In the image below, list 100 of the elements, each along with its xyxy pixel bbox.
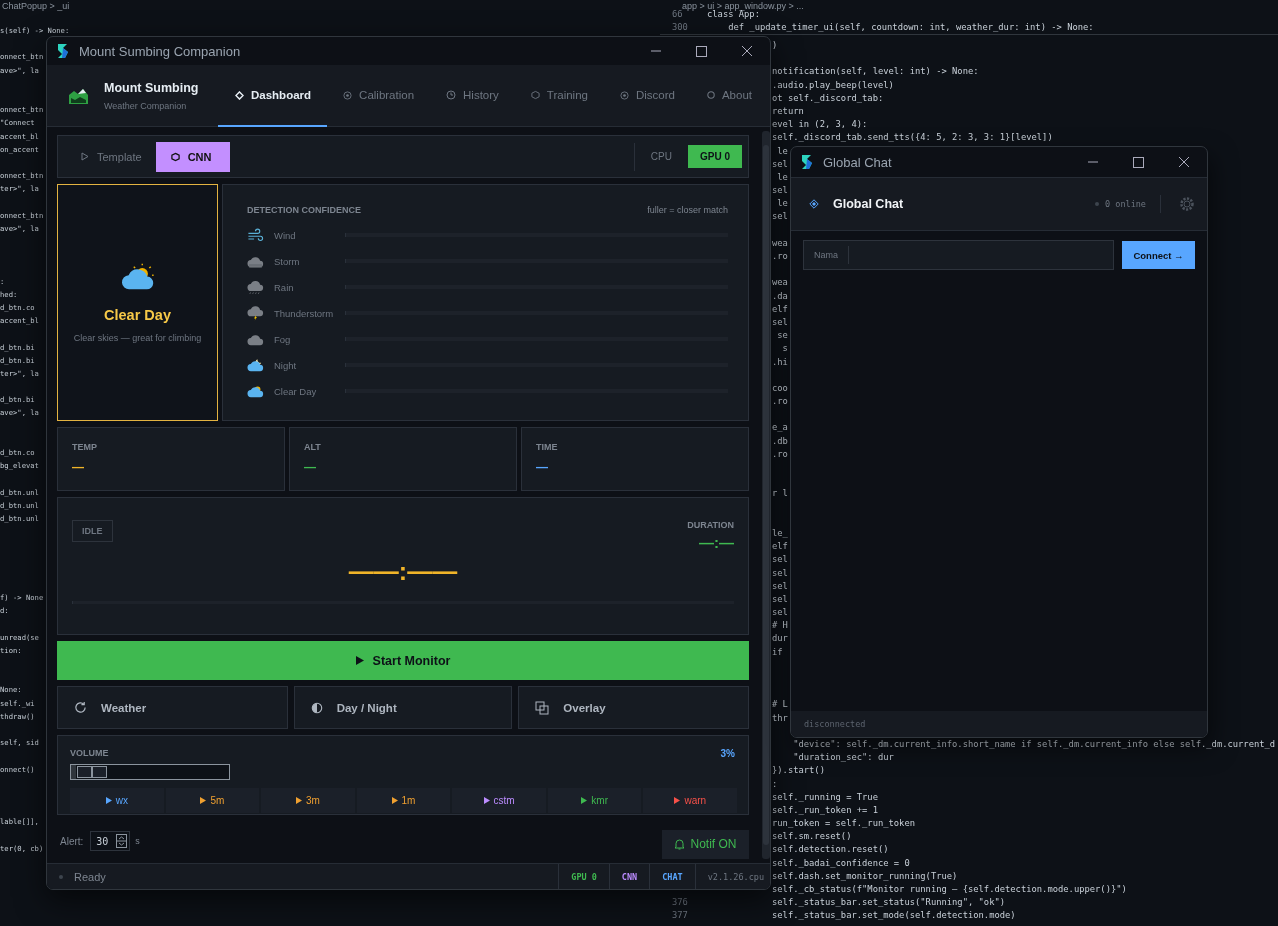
- code-line: }).start(): [772, 764, 825, 778]
- line-number: 377: [671, 909, 689, 923]
- volume-label: VOLUME: [70, 748, 109, 759]
- line-number: 66: [671, 9, 683, 21]
- nav-tab[interactable]: History: [430, 65, 515, 127]
- overlay-icon: [535, 700, 550, 715]
- action-button[interactable]: Weather: [57, 686, 288, 729]
- class-label: Clear Day: [274, 385, 318, 397]
- code-line: wea: [772, 236, 788, 250]
- maximize-icon[interactable]: [1133, 156, 1144, 168]
- stat-value: —: [72, 460, 85, 474]
- code-line: return: [772, 104, 804, 118]
- mode-button[interactable]: Template: [67, 141, 156, 172]
- nav-tab[interactable]: Dashboard: [218, 65, 328, 127]
- clock-icon: [446, 90, 457, 100]
- code-line: sel: [772, 592, 788, 606]
- line-number: 300: [671, 21, 689, 35]
- sound-button[interactable]: warn: [643, 788, 738, 813]
- class-label: Night: [274, 359, 298, 371]
- code-line: .ro: [772, 447, 788, 461]
- volume-reading: 3%: [720, 748, 735, 759]
- code-line: elf: [772, 302, 788, 316]
- target-icon: [619, 90, 629, 100]
- duration-value: —:—: [699, 537, 734, 549]
- nav-tab[interactable]: Training: [514, 65, 604, 127]
- nav-tab[interactable]: About: [690, 65, 768, 127]
- countdown: ——:——: [348, 557, 458, 585]
- hexagon-icon: [530, 90, 540, 100]
- nav-tab[interactable]: Discord: [603, 65, 691, 127]
- window-title: Global Chat: [823, 154, 892, 170]
- stepper-icon[interactable]: [116, 834, 128, 848]
- status-dot: [1095, 202, 1100, 206]
- code-line: self._running = True: [772, 790, 878, 804]
- nav-tab[interactable]: Calibration: [327, 65, 431, 127]
- breadcrumb[interactable]: app > ui > app_window.py > ...: [682, 1, 804, 11]
- connect-button[interactable]: Connect →: [1122, 241, 1195, 269]
- volume-slider[interactable]: [70, 764, 230, 780]
- circle-icon: [706, 91, 715, 99]
- device-button[interactable]: GPU 0: [688, 145, 742, 168]
- status-dot: [59, 874, 63, 879]
- stat-label: ALT: [304, 442, 322, 452]
- code-line: sel: [772, 210, 788, 224]
- close-icon[interactable]: [1178, 156, 1190, 168]
- rain-cloud-icon: [247, 279, 264, 295]
- code-line: .db: [772, 434, 788, 448]
- code-line: sel: [772, 157, 788, 171]
- code-line: sel: [772, 606, 788, 620]
- sound-button[interactable]: kmr: [547, 788, 642, 813]
- close-icon[interactable]: [741, 45, 753, 57]
- scrollbar[interactable]: [762, 131, 770, 859]
- sound-button[interactable]: cstm: [452, 788, 546, 813]
- name-field[interactable]: Nama: [803, 240, 1114, 270]
- app-name: Mount Sumbing: [104, 80, 200, 95]
- hexagon-icon: [170, 151, 180, 162]
- sound-button[interactable]: wx: [70, 788, 164, 813]
- code-line: notification(self, level: int) -> None:: [772, 65, 979, 79]
- start-button[interactable]: Start Monitor: [57, 641, 749, 680]
- diamond-icon: [235, 90, 244, 100]
- target-icon: [343, 90, 353, 100]
- code-line: # L: [772, 698, 788, 712]
- stat-label: TEMP: [72, 442, 98, 452]
- stat-value: —: [536, 460, 549, 474]
- alert-spinbox[interactable]: 30: [90, 831, 131, 851]
- code-line: le: [776, 197, 788, 211]
- maximize-icon[interactable]: [696, 45, 707, 57]
- mode-button[interactable]: CNN: [155, 141, 231, 172]
- action-button[interactable]: Day / Night: [293, 686, 513, 729]
- code-line: self._cb_status(f"Monitor running — {self.detection.mode.upper()}"): [772, 883, 1127, 896]
- state-badge: IDLE: [72, 520, 113, 542]
- class-label: Wind: [274, 229, 297, 241]
- code-line: def _update_timer_ui(self, countdown: int, weather_dur: int) -> None:: [727, 21, 1094, 35]
- code-line: le: [776, 144, 788, 158]
- code-line: .da: [772, 289, 788, 303]
- code-line: evel in (2, 3, 4):: [772, 118, 868, 132]
- panel-hint: fuller = closer match: [647, 205, 728, 215]
- action-button[interactable]: Overlay: [518, 686, 749, 729]
- stat-label: TIME: [536, 442, 559, 452]
- play-icon: [81, 152, 89, 161]
- notification-button[interactable]: Notif ON: [662, 829, 749, 859]
- sound-button[interactable]: 3m: [261, 788, 355, 813]
- code-line: :: [772, 777, 778, 791]
- code-line: sel: [772, 315, 788, 329]
- status-badge: CHAT: [649, 863, 695, 889]
- code-line: sel: [772, 566, 788, 580]
- connection-status: disconnected: [804, 719, 866, 729]
- code-line: self._run_token += 1: [772, 803, 878, 817]
- contrast-icon: [310, 701, 323, 714]
- code-line: sel: [772, 184, 788, 198]
- code-line: le_: [772, 526, 788, 540]
- code-line: le: [776, 170, 788, 184]
- sound-button[interactable]: 1m: [356, 788, 451, 813]
- code-line: .ro: [772, 250, 788, 263]
- sound-button[interactable]: 5m: [165, 788, 260, 813]
- chat-heading: Global Chat: [833, 197, 904, 211]
- code-line: if: [772, 645, 783, 659]
- code-line: e_a: [772, 421, 788, 435]
- breadcrumb[interactable]: ChatPopup > _ui: [2, 1, 70, 11]
- code-line: se: [776, 329, 788, 343]
- stat-value: —: [304, 460, 317, 474]
- device-button[interactable]: CPU: [638, 145, 684, 168]
